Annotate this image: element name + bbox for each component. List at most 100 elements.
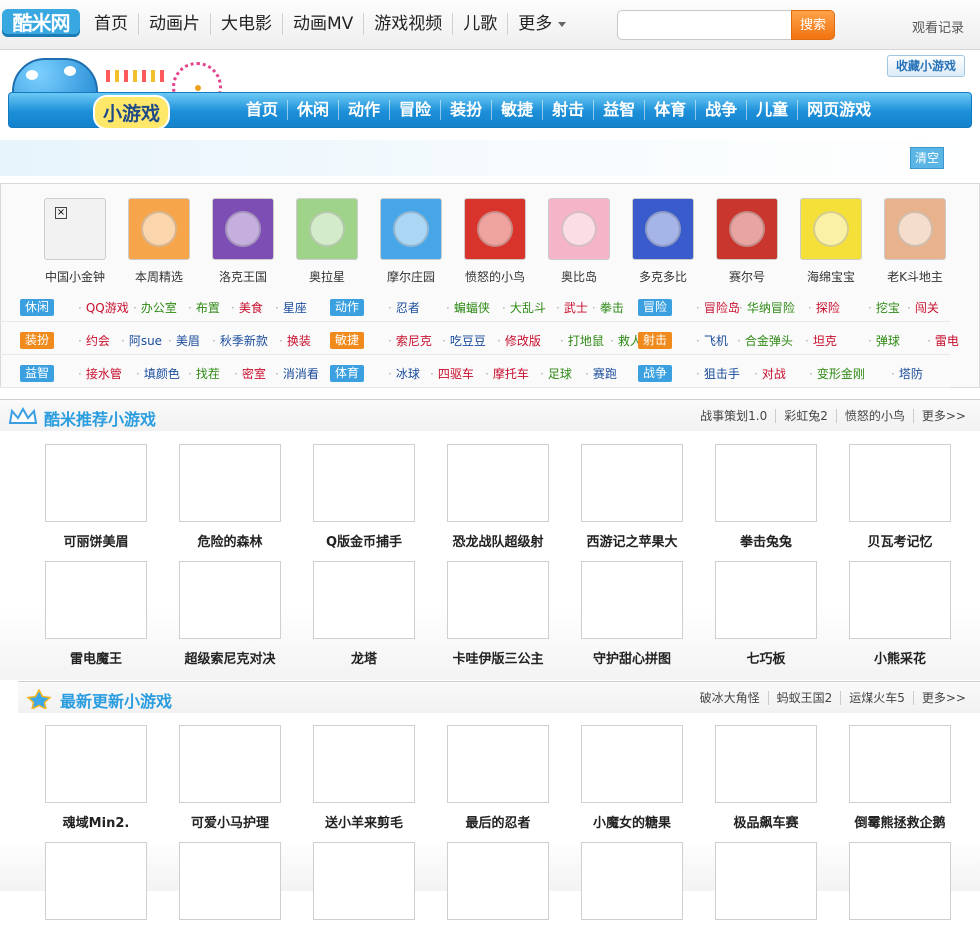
category-chip[interactable]: 益智 <box>20 365 54 382</box>
game-nav-item[interactable]: 冒险 <box>390 100 442 120</box>
game-tile[interactable]: 贝瓦考记忆 <box>833 444 967 550</box>
featured-game-3[interactable]: 奥拉星 <box>285 198 369 285</box>
game-tile[interactable]: Q版金币捕手 <box>297 444 431 550</box>
tag-link[interactable]: 填颜色 <box>136 365 180 382</box>
featured-game-7[interactable]: 多克多比 <box>621 198 705 285</box>
game-nav-item[interactable]: 儿童 <box>747 100 799 120</box>
tag-link[interactable]: 秋季新款 <box>212 332 268 349</box>
search-input[interactable] <box>617 10 793 40</box>
site-logo[interactable]: 酷米网 <box>2 9 80 37</box>
tag-link[interactable]: 坦克 <box>805 332 837 349</box>
category-chip[interactable]: 冒险 <box>638 299 672 316</box>
tag-link[interactable]: 吃豆豆 <box>442 332 486 349</box>
category-chip[interactable]: 装扮 <box>20 332 54 349</box>
game-tile[interactable] <box>163 842 297 929</box>
game-tile[interactable]: 可丽饼美眉 <box>29 444 163 550</box>
tag-link[interactable]: 找茬 <box>188 365 220 382</box>
game-tile[interactable]: 拳击兔兔 <box>699 444 833 550</box>
top-nav-more[interactable]: 更多 <box>508 13 576 35</box>
game-tile[interactable]: 西游记之苹果大 <box>565 444 699 550</box>
tag-link[interactable]: 弹球 <box>868 332 900 349</box>
game-tile[interactable]: 倒霉熊拯救企鹅 <box>833 725 967 831</box>
game-tile[interactable]: 最后的忍者 <box>431 725 565 831</box>
tag-link[interactable]: 忍者 <box>388 299 420 316</box>
tag-link[interactable]: QQ游戏 <box>78 299 129 316</box>
game-tile[interactable] <box>699 842 833 929</box>
tag-link[interactable]: 雷电 <box>927 332 959 349</box>
game-nav-item[interactable]: 休闲 <box>288 100 340 120</box>
featured-game-4[interactable]: 摩尔庄园 <box>369 198 453 285</box>
tag-link[interactable]: 探险 <box>808 299 840 316</box>
tag-link[interactable]: 蝙蝠侠 <box>446 299 490 316</box>
game-tile[interactable]: 送小羊来剪毛 <box>297 725 431 831</box>
more-link[interactable]: 更多>> <box>914 409 966 423</box>
top-nav-home[interactable]: 首页 <box>84 13 139 35</box>
game-nav-item[interactable]: 首页 <box>237 100 289 120</box>
tag-link[interactable]: 美食 <box>231 299 263 316</box>
game-tile[interactable]: 恐龙战队超级射 <box>431 444 565 550</box>
tag-link[interactable]: 接水管 <box>78 365 122 382</box>
game-nav-item[interactable]: 敏捷 <box>492 100 544 120</box>
more-link[interactable]: 更多>> <box>914 691 966 705</box>
game-tile[interactable] <box>431 842 565 929</box>
game-tile[interactable]: 危险的森林 <box>163 444 297 550</box>
game-tile[interactable]: 超级索尼克对决 <box>163 561 297 667</box>
header-game-link[interactable]: 战事策划1.0 <box>692 409 777 423</box>
featured-game-9[interactable]: 海绵宝宝 <box>789 198 873 285</box>
game-tile[interactable]: 可爱小马护理 <box>163 725 297 831</box>
tag-link[interactable]: 密室 <box>234 365 266 382</box>
top-nav-mv[interactable]: 动画MV <box>283 13 365 35</box>
tag-link[interactable]: 武士 <box>556 299 588 316</box>
tag-link[interactable]: 索尼克 <box>388 332 432 349</box>
header-game-link[interactable]: 破冰大角怪 <box>692 691 769 705</box>
game-nav-item[interactable]: 射击 <box>543 100 595 120</box>
header-game-link[interactable]: 彩虹兔2 <box>776 409 837 423</box>
header-game-link[interactable]: 愤怒的小鸟 <box>837 409 914 423</box>
game-tile[interactable]: 雷电魔王 <box>29 561 163 667</box>
game-nav-item[interactable]: 装扮 <box>441 100 493 120</box>
game-nav-item[interactable]: 体育 <box>645 100 697 120</box>
tag-link[interactable]: 星座 <box>275 299 307 316</box>
tag-link[interactable]: 冰球 <box>388 365 420 382</box>
tag-link[interactable]: 狙击手 <box>696 365 740 382</box>
tag-link[interactable]: 大乱斗 <box>502 299 546 316</box>
tag-link[interactable]: 冒险岛 <box>696 299 740 316</box>
header-game-link[interactable]: 蚂蚁王国2 <box>769 691 842 705</box>
tag-link[interactable]: 换装 <box>279 332 311 349</box>
tag-link[interactable]: 赛跑 <box>585 365 617 382</box>
clear-history-button[interactable]: 清空 <box>910 147 944 169</box>
tag-link[interactable]: 摩托车 <box>485 365 529 382</box>
game-tile[interactable]: 龙塔 <box>297 561 431 667</box>
favorite-games-button[interactable]: 收藏小游戏 <box>887 55 965 77</box>
top-nav-movies[interactable]: 大电影 <box>211 13 283 35</box>
category-chip[interactable]: 敏捷 <box>330 332 364 349</box>
tag-link[interactable]: 闯关 <box>907 299 939 316</box>
tag-link[interactable]: 消消看 <box>275 365 319 382</box>
featured-game-10[interactable]: 老K斗地主 <box>873 198 957 285</box>
category-chip[interactable]: 休闲 <box>20 299 54 316</box>
game-tile[interactable] <box>29 842 163 929</box>
watch-history-link[interactable]: 观看记录 <box>912 17 964 36</box>
featured-game-8[interactable]: 赛尔号 <box>705 198 789 285</box>
game-tile[interactable] <box>297 842 431 929</box>
tag-link[interactable]: 四驱车 <box>430 365 474 382</box>
game-nav-item[interactable]: 战争 <box>696 100 748 120</box>
tag-link[interactable]: 飞机 <box>696 332 728 349</box>
game-nav-item[interactable]: 网页游戏 <box>798 100 880 120</box>
game-tile[interactable]: 小熊采花 <box>833 561 967 667</box>
featured-game-1[interactable]: 本周精选 <box>117 198 201 285</box>
game-tile[interactable] <box>833 842 967 929</box>
tag-link[interactable]: 美眉 <box>168 332 200 349</box>
tag-link[interactable]: 塔防 <box>891 365 923 382</box>
game-nav-item[interactable]: 益智 <box>594 100 646 120</box>
game-tile[interactable]: 小魔女的糖果 <box>565 725 699 831</box>
tag-link[interactable]: 办公室 <box>133 299 177 316</box>
featured-game-0[interactable]: × 中国小金钟 <box>33 198 117 285</box>
tag-link[interactable]: 约会 <box>78 332 110 349</box>
game-nav-item[interactable]: 动作 <box>339 100 391 120</box>
game-tile[interactable]: 魂域Min2. <box>29 725 163 831</box>
game-tile[interactable]: 极品飙车赛 <box>699 725 833 831</box>
tag-link[interactable]: 华纳冒险 <box>739 299 795 316</box>
game-tile[interactable]: 守护甜心拼图 <box>565 561 699 667</box>
featured-game-6[interactable]: 奥比岛 <box>537 198 621 285</box>
